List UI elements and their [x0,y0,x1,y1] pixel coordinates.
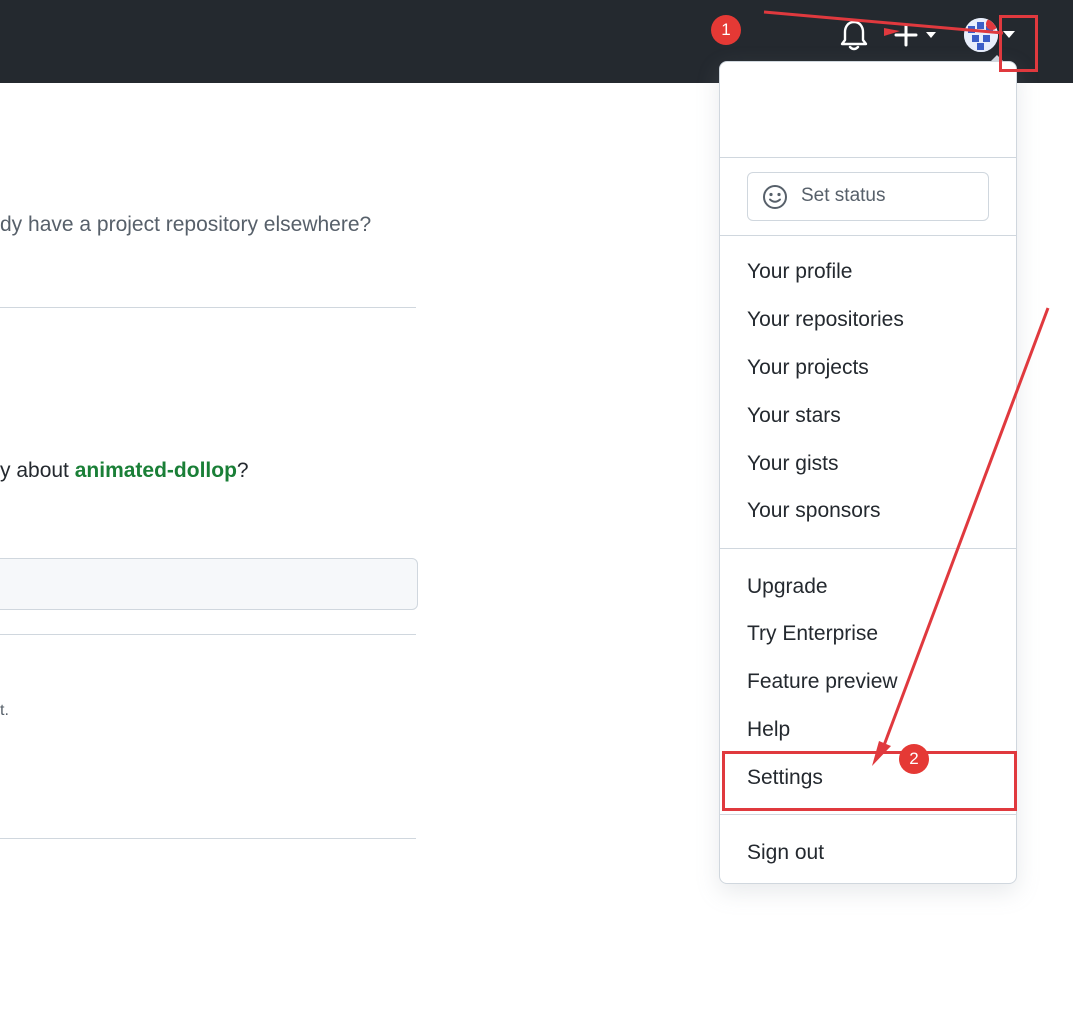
menu-item-your-stars[interactable]: Your stars [747,404,841,428]
menu-item-try-enterprise[interactable]: Try Enterprise [747,622,878,646]
divider [0,307,416,308]
annotation-badge-1: 1 [711,15,741,45]
fragment-text: t. [0,702,9,719]
menu-divider [720,157,1016,158]
smiley-icon [763,185,787,209]
repo-question-prefix: y about [0,459,75,482]
repo-question: y about animated-dollop? [0,459,249,483]
text-input-box[interactable] [0,558,418,610]
repo-question-suffix: ? [236,459,249,482]
set-status-label: Set status [801,185,886,206]
menu-divider [720,814,1016,815]
set-status-button[interactable]: Set status [747,172,989,221]
menu-item-help[interactable]: Help [747,718,790,742]
annotation-badge-2: 2 [899,744,929,774]
avatar [964,18,998,52]
menu-item-your-sponsors[interactable]: Your sponsors [747,499,880,523]
menu-item-your-projects[interactable]: Your projects [747,356,869,380]
menu-item-sign-out[interactable]: Sign out [747,841,824,865]
menu-item-upgrade[interactable]: Upgrade [747,575,828,599]
highlight-avatar-box [999,15,1038,72]
menu-item-your-gists[interactable]: Your gists [747,452,838,476]
repo-link[interactable]: animated-dollop [75,459,237,482]
divider [0,634,416,635]
divider [0,838,416,839]
highlight-settings-box [722,751,1017,811]
import-question: dy have a project repository elsewhere? [0,213,372,236]
menu-item-feature-preview[interactable]: Feature preview [747,670,898,694]
menu-divider [720,548,1016,549]
plus-icon [894,23,936,47]
notifications-button[interactable] [838,18,870,52]
create-new-button[interactable] [890,20,942,50]
bell-icon [840,20,868,51]
menu-item-your-repositories[interactable]: Your repositories [747,308,904,332]
menu-divider [720,235,1016,236]
menu-item-your-profile[interactable]: Your profile [747,260,852,284]
